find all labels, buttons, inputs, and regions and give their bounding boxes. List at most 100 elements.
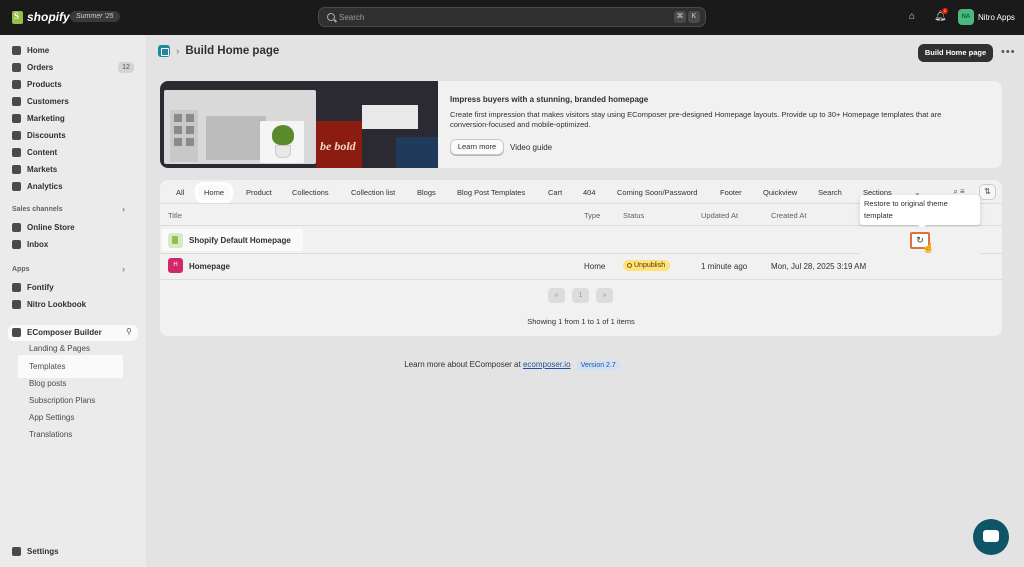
sidebar-item-analytics[interactable]: Analytics — [12, 179, 63, 193]
hand-cursor-icon: ☝ — [922, 243, 935, 254]
sidebar-item-home[interactable]: Home — [12, 43, 49, 57]
k-key-hint: K — [688, 11, 700, 23]
sidebar-item-orders[interactable]: Orders — [12, 60, 53, 74]
sidebar-item-label: Nitro Lookbook — [27, 299, 87, 309]
chat-button[interactable] — [973, 519, 1009, 555]
sidebar-item-nitro-lookbook[interactable]: Nitro Lookbook — [12, 297, 86, 311]
chart-icon — [12, 181, 21, 191]
column-updated-at[interactable]: Updated At — [701, 211, 738, 220]
mock-square — [186, 126, 194, 134]
build-home-page-button[interactable]: Build Home page — [918, 44, 993, 62]
tab-blogs[interactable]: Blogs — [417, 185, 436, 200]
ecomposer-icon — [12, 327, 21, 337]
sub-item-translations[interactable]: Translations — [29, 430, 72, 439]
breadcrumb: › Build Home page — [158, 45, 279, 57]
video-guide-link[interactable]: Video guide — [510, 143, 552, 152]
target-icon — [12, 113, 21, 123]
tooltip-text: Restore to original theme template — [864, 199, 948, 220]
tab-home[interactable]: Home — [198, 185, 231, 200]
furniture-image — [362, 105, 418, 129]
tab-blog-post-templates[interactable]: Blog Post Templates — [457, 185, 525, 200]
sort-button[interactable]: ⇅ — [979, 184, 996, 200]
pagination-summary: Showing 1 from 1 to 1 of 1 items — [527, 317, 635, 326]
sidebar-item-discounts[interactable]: Discounts — [12, 128, 66, 142]
sub-item-landing-pages[interactable]: Landing & Pages — [29, 344, 90, 353]
sub-item-subscription-plans[interactable]: Subscription Plans — [29, 396, 95, 405]
tab-cart[interactable]: Cart — [548, 185, 562, 200]
plant-leaf — [272, 125, 294, 145]
brand-name: shopify — [27, 10, 70, 24]
content-icon — [12, 147, 21, 157]
tab-collections[interactable]: Collections — [292, 185, 329, 200]
page-title: Build Home page — [185, 45, 280, 57]
row-title[interactable]: Shopify Default Homepage — [189, 236, 291, 245]
shopify-icon — [168, 233, 183, 248]
sidebar-item-fontify[interactable]: Fontify — [12, 280, 54, 294]
banner-illustration: be bold — [160, 81, 438, 168]
sidebar-item-online-store[interactable]: Online Store — [12, 220, 75, 234]
row-title[interactable]: Homepage — [189, 262, 230, 271]
sidebar-item-ecomposer[interactable]: EComposer Builder — [12, 325, 102, 339]
row-updated: 1 minute ago — [701, 262, 748, 271]
main-content: › Build Home page Build Home page ••• be… — [146, 35, 1024, 567]
sidebar-item-customers[interactable]: Customers — [12, 94, 69, 108]
sidebar-item-label: Marketing — [27, 113, 65, 123]
search-icon — [327, 13, 335, 21]
sidebar-item-label: Orders — [27, 62, 54, 72]
tab-all[interactable]: All — [176, 185, 184, 200]
tab-quickview[interactable]: Quickview — [763, 185, 797, 200]
edition-badge[interactable]: Summer '25 — [70, 11, 120, 22]
sub-item-app-settings[interactable]: App Settings — [29, 413, 74, 422]
tab-coming-soon[interactable]: Coming Soon/Password — [617, 185, 697, 200]
column-type[interactable]: Type — [584, 211, 600, 220]
tab-collection-list[interactable]: Collection list — [351, 185, 395, 200]
prev-page-button[interactable]: « — [548, 288, 565, 303]
more-actions-button[interactable]: ••• — [1001, 46, 1016, 58]
page-number-button[interactable]: 1 — [572, 288, 589, 303]
plant-pot — [275, 145, 291, 158]
column-title[interactable]: Title — [168, 211, 182, 220]
sidebar-item-content[interactable]: Content — [12, 145, 57, 159]
sub-item-blog-posts[interactable]: Blog posts — [29, 379, 66, 388]
sidebar-item-label: Fontify — [27, 282, 54, 292]
chevron-right-icon[interactable]: › — [122, 264, 125, 274]
banner-description: Create first impression that makes visit… — [450, 110, 942, 129]
avatar[interactable]: NA — [958, 9, 974, 25]
divider — [160, 279, 1002, 280]
learn-more-button[interactable]: Learn more — [450, 139, 504, 155]
mock-square — [174, 138, 182, 146]
orders-count-badge: 12 — [118, 62, 134, 73]
sidebar-item-settings[interactable]: Settings — [12, 544, 59, 558]
store-icon[interactable]: ⌂ — [906, 11, 918, 23]
column-status[interactable]: Status — [623, 211, 644, 220]
tab-product[interactable]: Product — [246, 185, 272, 200]
sidebar-item-label: Online Store — [27, 222, 75, 232]
app-icon — [12, 282, 21, 292]
gear-icon — [12, 546, 21, 556]
store-name[interactable]: Nitro Apps — [978, 13, 1015, 22]
home-icon — [12, 45, 21, 55]
plant-image — [260, 121, 304, 163]
sidebar-item-inbox[interactable]: Inbox — [12, 237, 48, 251]
sidebar-item-products[interactable]: Products — [12, 77, 62, 91]
sidebar-item-marketing[interactable]: Marketing — [12, 111, 65, 125]
product-image — [396, 137, 438, 168]
next-page-button[interactable]: » — [596, 288, 613, 303]
row-created: Mon, Jul 28, 2025 3:19 AM — [771, 262, 867, 271]
tab-footer[interactable]: Footer — [720, 185, 742, 200]
sidebar-item-label: Settings — [27, 546, 59, 556]
search-input[interactable]: Search ⌘ K — [318, 7, 706, 27]
tab-404[interactable]: 404 — [583, 185, 596, 200]
chevron-right-icon[interactable]: › — [122, 204, 125, 214]
shopify-logo[interactable]: shopify — [12, 10, 70, 24]
pin-icon[interactable]: ⚲ — [126, 327, 132, 336]
sales-channels-heading: Sales channels — [12, 206, 63, 213]
sidebar-item-label: Inbox — [27, 239, 49, 249]
sidebar-item-markets[interactable]: Markets — [12, 162, 57, 176]
tab-search[interactable]: Search — [818, 185, 842, 200]
version-badge: Version 2.7 — [576, 361, 620, 370]
column-created-at[interactable]: Created At — [771, 211, 806, 220]
sidebar-item-label: EComposer Builder — [27, 327, 102, 337]
ecomposer-link[interactable]: ecomposer.io — [523, 360, 571, 369]
ecomposer-logo-icon[interactable] — [158, 45, 170, 57]
